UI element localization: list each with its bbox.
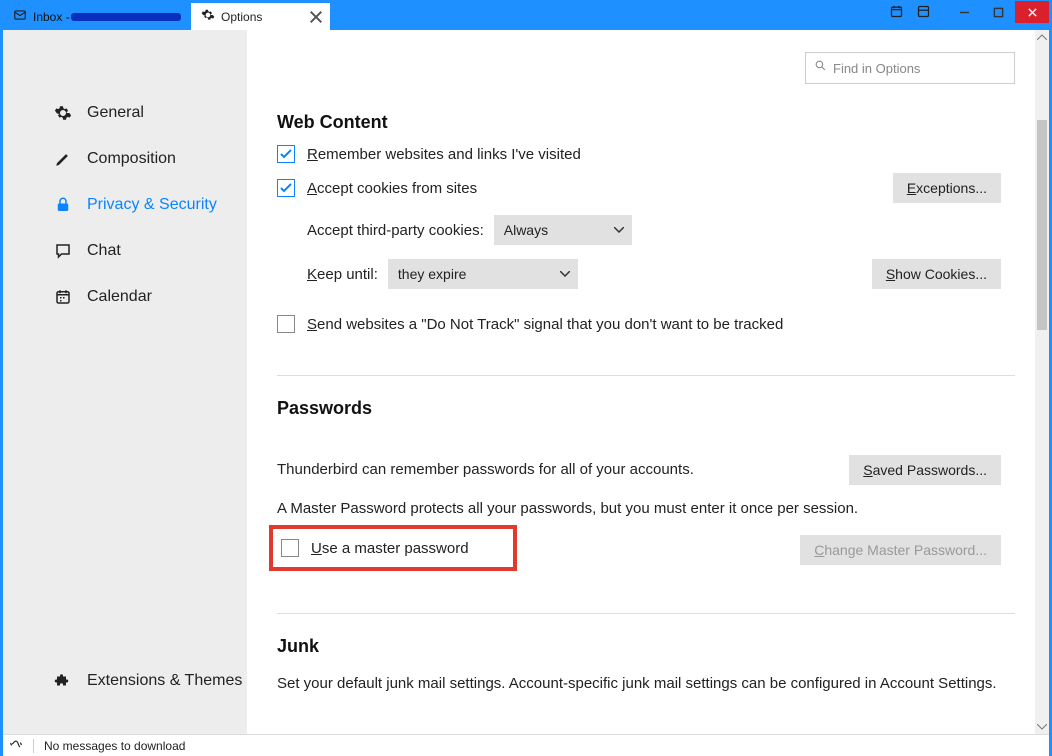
divider [277,375,1015,376]
checkbox-accept-cookies-label: Accept cookies from sites [307,180,477,197]
sidebar-toggle-icon[interactable] [916,4,931,24]
junk-desc: Set your default junk mail settings. Acc… [277,675,1015,692]
scroll-up-icon[interactable] [1035,30,1049,44]
passwords-desc2: A Master Password protects all your pass… [277,500,1015,517]
puzzle-icon [53,672,73,690]
search-input[interactable] [833,61,1009,76]
status-divider [33,739,34,753]
change-master-password-button[interactable]: Change Master Password... [800,535,1001,565]
sidebar: General Composition Privacy & Security C… [3,30,247,734]
window-close-button[interactable] [1015,1,1049,23]
keep-until-label: Keep until: [307,266,378,283]
section-passwords-title: Passwords [277,398,1015,419]
tab-close-button[interactable] [308,9,324,25]
search-icon [814,59,827,77]
checkbox-remember-websites[interactable] [277,145,295,163]
third-party-cookies-label: Accept third-party cookies: [307,222,484,239]
exceptions-button[interactable]: Exceptions... [893,173,1001,203]
sidebar-item-label: Extensions & Themes [87,672,242,690]
main-panel: Web Content Remember websites and links … [247,30,1049,734]
chat-icon [53,242,73,260]
pencil-icon [53,150,73,168]
sidebar-item-composition[interactable]: Composition [3,136,247,182]
calendar-icon [53,288,73,306]
checkbox-accept-cookies[interactable] [277,179,295,197]
scroll-down-icon[interactable] [1035,720,1049,734]
show-cookies-button[interactable]: Show Cookies... [872,259,1001,289]
tab-inbox[interactable]: Inbox - [3,3,191,30]
keep-until-select[interactable]: they expire [388,259,578,289]
search-input-wrap[interactable] [805,52,1015,84]
gear-icon [53,104,73,122]
sidebar-item-general[interactable]: General [3,90,247,136]
status-bar: No messages to download [3,734,1049,756]
titlebar: Inbox - Options [3,3,1049,30]
mail-icon [13,8,27,25]
scrollbar-vertical[interactable] [1035,30,1049,734]
checkbox-master-password[interactable] [281,539,299,557]
window-minimize-button[interactable] [947,1,981,23]
sidebar-item-privacy-security[interactable]: Privacy & Security [3,182,247,228]
saved-passwords-button[interactable]: Saved Passwords... [849,455,1001,485]
highlight-box: Use a master password [269,525,517,571]
gear-icon [201,8,215,25]
sidebar-item-calendar[interactable]: Calendar [3,274,247,320]
sidebar-item-label: Composition [87,150,176,168]
sidebar-item-chat[interactable]: Chat [3,228,247,274]
section-junk-title: Junk [277,636,1015,657]
sidebar-item-extensions[interactable]: Extensions & Themes [3,658,247,704]
sidebar-item-label: Calendar [87,288,152,306]
passwords-desc1: Thunderbird can remember passwords for a… [277,461,694,478]
checkbox-do-not-track-label: Send websites a "Do Not Track" signal th… [307,316,783,333]
checkbox-master-password-label: Use a master password [311,540,469,557]
tab-options[interactable]: Options [191,3,330,30]
tab-inbox-label: Inbox - [33,10,181,24]
divider [277,613,1015,614]
checkbox-remember-label: Remember websites and links I've visited [307,146,581,163]
scroll-thumb[interactable] [1037,120,1047,330]
lock-icon [53,196,73,214]
sidebar-item-label: Chat [87,242,121,260]
status-message: No messages to download [44,739,185,753]
sidebar-item-label: General [87,104,144,122]
activity-icon[interactable] [9,737,23,754]
third-party-cookies-select[interactable]: Always [494,215,632,245]
tab-options-label: Options [221,10,262,24]
checkbox-do-not-track[interactable] [277,315,295,333]
sidebar-item-label: Privacy & Security [87,196,217,214]
window-maximize-button[interactable] [981,1,1015,23]
calendar-today-icon[interactable] [889,4,904,24]
redacted-email [71,13,181,21]
section-web-content-title: Web Content [277,112,1015,133]
